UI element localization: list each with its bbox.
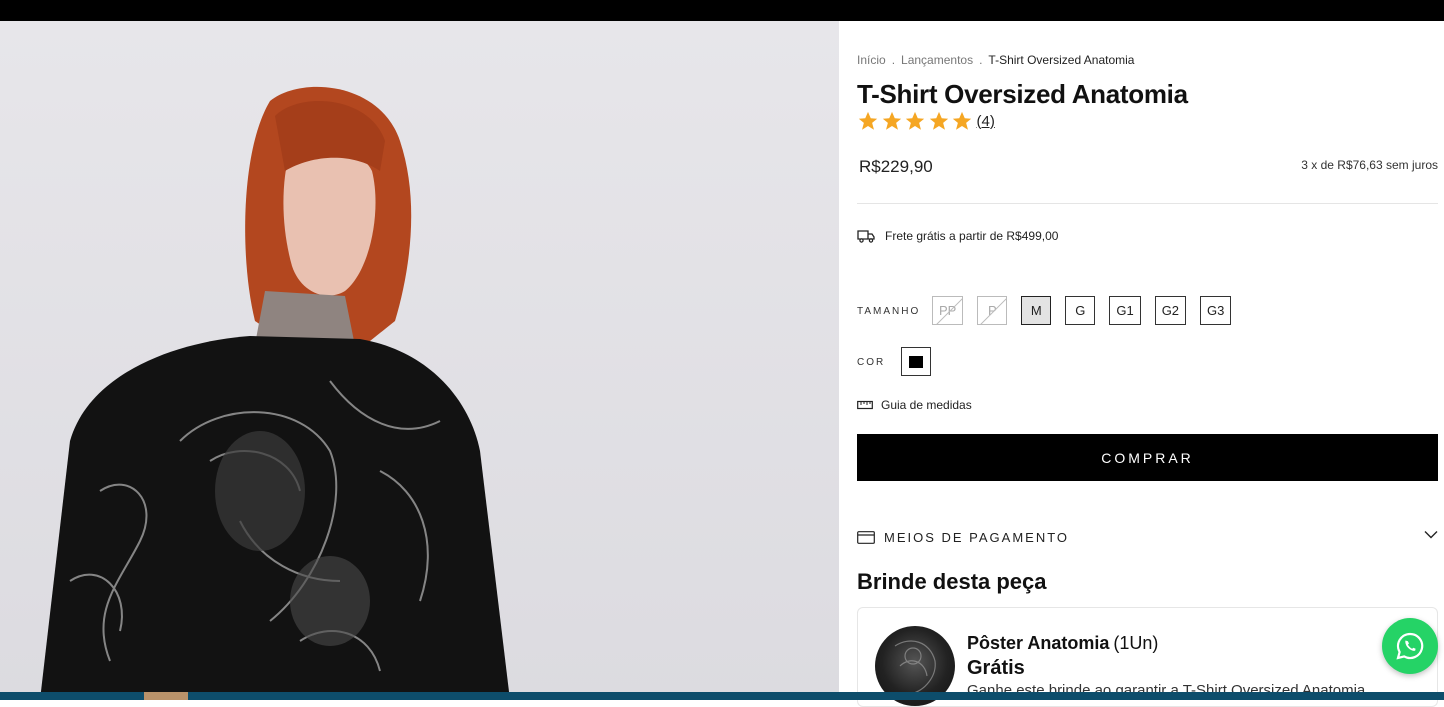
star-icon <box>952 111 972 130</box>
breadcrumb-separator: . <box>979 53 983 67</box>
size-option-g[interactable]: G <box>1065 296 1096 325</box>
breadcrumb-home[interactable]: Início <box>857 53 886 67</box>
size-option-g2[interactable]: G2 <box>1154 296 1187 325</box>
star-icon <box>905 111 925 130</box>
star-icon <box>858 111 878 130</box>
shipping-info: Frete grátis a partir de R$499,00 <box>857 229 1058 243</box>
top-bar <box>0 0 1444 21</box>
star-icon <box>929 111 948 130</box>
installments-text: 3 x de R$76,63 sem juros <box>1301 158 1438 172</box>
bottom-bar-segment <box>144 692 188 700</box>
shipping-text: Frete grátis a partir de R$499,00 <box>885 229 1059 243</box>
breadcrumb-current: T-Shirt Oversized Anatomia <box>988 53 1135 67</box>
size-guide-label: Guia de medidas <box>881 398 972 412</box>
rating-count[interactable]: (4) <box>977 113 995 130</box>
color-option-black[interactable] <box>901 347 931 376</box>
truck-icon <box>857 230 875 243</box>
payment-methods-label: MEIOS DE PAGAMENTO <box>884 529 1070 545</box>
product-price: R$229,90 <box>859 157 933 176</box>
size-guide-link[interactable]: Guia de medidas <box>857 398 972 412</box>
size-option-pp[interactable]: PP <box>932 296 964 325</box>
product-title: T-Shirt Oversized Anatomia <box>857 79 1188 109</box>
gift-name-text: Pôster Anatomia <box>967 633 1110 653</box>
color-swatch-fill <box>909 355 923 368</box>
product-image[interactable] <box>0 21 839 700</box>
size-option-m[interactable]: M <box>1021 296 1052 325</box>
product-rating[interactable]: (4) <box>857 110 995 132</box>
breadcrumb: Início. Lançamentos. T-Shirt Oversized Ana… <box>857 53 1138 67</box>
product-info-panel: Início. Lançamentos. T-Shirt Oversized Ana… <box>857 21 1438 707</box>
whatsapp-button[interactable] <box>1382 618 1438 674</box>
gift-name: Pôster Anatomia (1Un) <box>967 633 1158 654</box>
payment-methods-toggle[interactable]: MEIOS DE PAGAMENTO <box>857 525 1438 549</box>
size-label: TAMANHO <box>857 306 921 317</box>
whatsapp-icon <box>1396 632 1424 660</box>
star-icon <box>882 111 901 130</box>
credit-card-icon <box>857 530 875 544</box>
gift-qty: (1Un) <box>1113 633 1159 653</box>
ruler-icon <box>857 400 873 410</box>
divider <box>857 203 1438 204</box>
buy-button[interactable]: COMPRAR <box>857 434 1438 481</box>
size-option-p[interactable]: P <box>977 296 1008 325</box>
breadcrumb-separator: . <box>891 53 896 67</box>
gift-section-title: Brinde desta peça <box>857 569 1047 594</box>
bottom-bar <box>0 692 1444 700</box>
color-label: COR <box>857 357 886 368</box>
size-option-g3[interactable]: G3 <box>1200 296 1232 325</box>
chevron-down-icon <box>1424 531 1438 539</box>
gift-price: Grátis <box>967 657 1025 679</box>
size-selector: PP P M G G1 G2 G3 <box>932 296 1245 325</box>
breadcrumb-category[interactable]: Lançamentos <box>901 53 973 67</box>
size-option-g1[interactable]: G1 <box>1109 296 1141 325</box>
